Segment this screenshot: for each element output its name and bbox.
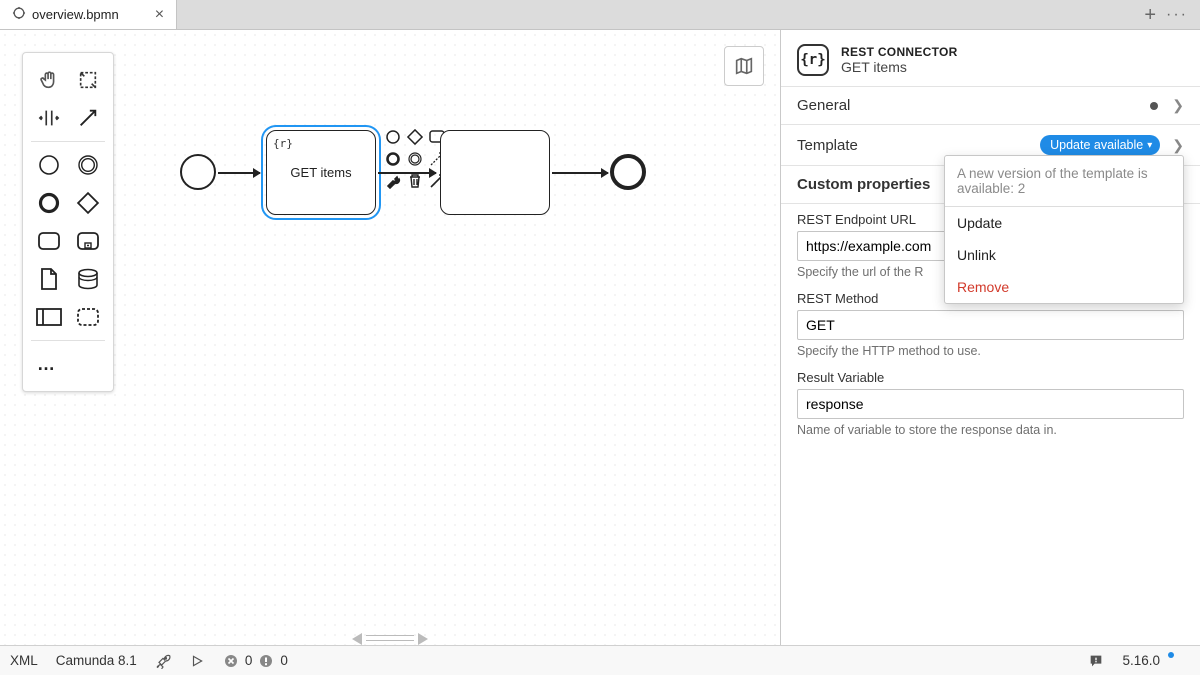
close-tab-icon[interactable]: × [155,6,164,24]
panel-resize-handle[interactable] [366,635,414,641]
main-area: … {r} GET items ⋯ [0,30,1200,645]
template-unlink-option[interactable]: Unlink [945,239,1183,271]
data-indicator-icon [1150,102,1158,110]
properties-panel: {r} REST CONNECTOR GET items General ❯ T… [780,30,1200,645]
properties-header: {r} REST CONNECTOR GET items [781,30,1200,87]
feedback-button[interactable] [1088,653,1104,669]
problems-indicator[interactable]: 0 0 [223,653,288,669]
bpmn-sequence-flow[interactable] [552,172,608,174]
deploy-button[interactable] [155,653,171,669]
section-general[interactable]: General ❯ [781,87,1200,125]
template-update-pill[interactable]: Update available ▾ [1040,135,1160,155]
section-label: Custom properties [797,176,930,193]
section-label: Template [797,137,858,154]
engine-selector[interactable]: Camunda 8.1 [56,653,137,668]
rocket-icon [155,653,171,669]
play-icon [189,653,205,669]
error-icon [223,653,239,669]
ctx-gateway-icon[interactable] [406,128,424,146]
ctx-start-event-icon[interactable] [384,128,402,146]
tab-bar: overview.bpmn × + ··· [0,0,1200,30]
diagram-content: {r} GET items ⋯ [0,30,780,645]
bpmn-start-event[interactable] [180,154,216,190]
warning-count: 0 [280,653,288,668]
element-type-label: REST CONNECTOR [841,45,958,59]
rest-method-input[interactable] [797,310,1184,340]
chevron-right-icon: ❯ [1172,97,1184,114]
tab-menu-button[interactable]: ··· [1166,6,1188,24]
template-marker-icon: {r} [273,137,293,150]
status-bar: XML Camunda 8.1 0 0 5.16.0 [0,645,1200,675]
ctx-intermediate-event-icon[interactable] [406,150,424,168]
result-variable-input[interactable] [797,389,1184,419]
field-hint: Specify the HTTP method to use. [797,344,1184,358]
warning-icon [258,653,274,669]
template-action-popup: A new version of the template is availab… [944,155,1184,304]
template-remove-option[interactable]: Remove [945,271,1183,303]
bpmn-sequence-flow[interactable] [378,172,436,174]
ctx-end-event-icon[interactable] [384,150,402,168]
ctx-wrench-icon[interactable] [384,172,402,190]
popup-message: A new version of the template is availab… [945,156,1183,206]
update-dot-icon [1168,652,1174,658]
section-label: General [797,97,850,114]
caret-down-icon: ▾ [1147,140,1152,151]
element-type-icon: {r} [797,44,829,76]
bpmn-task-label: GET items [290,165,351,180]
diagram-canvas[interactable]: … {r} GET items ⋯ [0,30,780,645]
file-tab[interactable]: overview.bpmn × [0,0,177,29]
field-label: Result Variable [797,370,1184,385]
element-name: GET items [841,59,958,75]
bpmn-sequence-flow[interactable] [218,172,260,174]
chevron-right-icon: ❯ [1172,137,1184,154]
bpmn-task[interactable] [440,130,550,215]
template-update-option[interactable]: Update [945,207,1183,239]
feedback-icon [1088,653,1104,669]
version-label[interactable]: 5.16.0 [1122,653,1172,668]
bpmn-file-icon [12,6,26,23]
run-button[interactable] [189,653,205,669]
field-hint: Name of variable to store the response d… [797,423,1184,437]
bpmn-end-event[interactable] [610,154,646,190]
xml-toggle[interactable]: XML [10,653,38,668]
error-count: 0 [245,653,253,668]
bpmn-task-selected[interactable]: {r} GET items [266,130,376,215]
ctx-trash-icon[interactable] [406,172,424,190]
file-tab-title: overview.bpmn [32,7,119,22]
new-tab-button[interactable]: + [1144,5,1156,25]
